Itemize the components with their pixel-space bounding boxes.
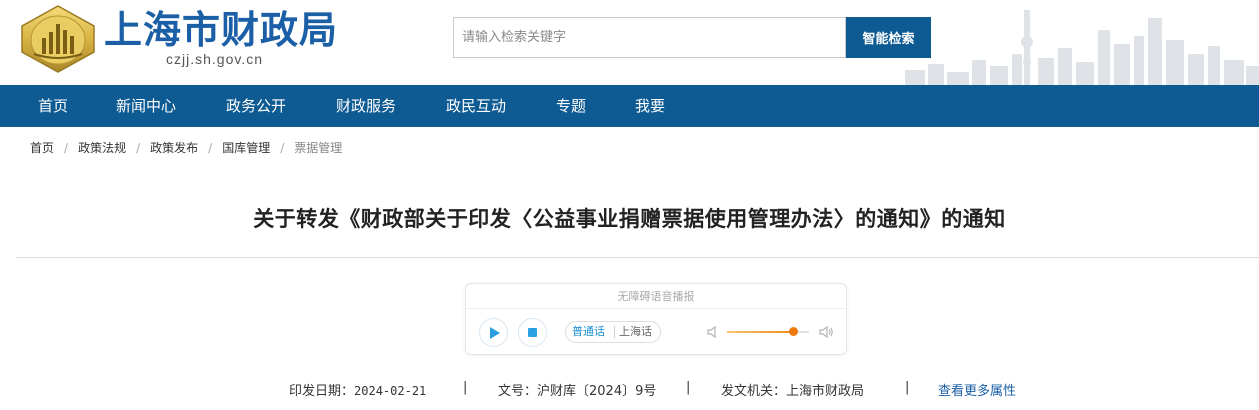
breadcrumb-home[interactable]: 首页	[30, 139, 54, 156]
volume-slider-fill	[727, 331, 793, 333]
title-divider	[16, 257, 1259, 258]
breadcrumb-separator: /	[64, 141, 69, 155]
volume-slider[interactable]	[727, 327, 809, 336]
lang-divider	[614, 326, 615, 338]
breadcrumb-separator: /	[280, 141, 285, 155]
nav-item-public-interaction[interactable]: 政民互动	[446, 85, 506, 127]
issue-date: 印发日期：2024-02-21	[289, 380, 426, 400]
issuing-authority: 发文机关：上海市财政局	[721, 380, 864, 400]
site-header: 上海市财政局 czjj.sh.gov.cn 智能检索	[0, 0, 1259, 85]
main-nav: 首页 新闻中心 政务公开 财政服务 政民互动 专题 我要	[0, 85, 1259, 127]
document-number-label: 文号：	[498, 384, 538, 399]
breadcrumb: 首页 / 政策法规 / 政策发布 / 国库管理 / 票据管理	[30, 139, 342, 157]
breadcrumb-current: 票据管理	[294, 141, 343, 155]
stop-button[interactable]	[518, 318, 547, 347]
stop-icon	[528, 328, 537, 337]
volume-low-icon[interactable]	[706, 325, 720, 339]
issuing-authority-label: 发文机关：	[721, 384, 787, 399]
play-button[interactable]	[479, 318, 508, 347]
issuing-authority-value: 上海市财政局	[786, 384, 865, 399]
language-toggle: 普通话 上海话	[565, 321, 661, 343]
document-number-value: 沪财库〔2024〕9号	[537, 384, 657, 399]
player-title: 无障碍语音播报	[466, 284, 846, 309]
breadcrumb-separator: /	[208, 141, 213, 155]
breadcrumb-treasury[interactable]: 国库管理	[222, 139, 270, 156]
play-icon	[490, 327, 500, 339]
nav-item-i-want[interactable]: 我要	[635, 85, 665, 127]
site-domain: czjj.sh.gov.cn	[166, 51, 263, 67]
site-title[interactable]: 上海市财政局	[104, 8, 338, 52]
nav-item-finance-services[interactable]: 财政服务	[336, 85, 396, 127]
meta-separator: |	[905, 380, 910, 395]
article-title: 关于转发《财政部关于印发〈公益事业捐赠票据使用管理办法〉的通知》的通知	[253, 207, 1006, 231]
search-box	[453, 17, 846, 58]
nav-item-government-affairs[interactable]: 政务公开	[226, 85, 286, 127]
issue-date-label: 印发日期：	[289, 384, 355, 399]
meta-separator: |	[686, 380, 691, 395]
more-attributes-link[interactable]: 查看更多属性	[938, 380, 1016, 400]
document-number: 文号：沪财库〔2024〕9号	[498, 380, 656, 400]
nav-item-news[interactable]: 新闻中心	[116, 85, 176, 127]
breadcrumb-policies[interactable]: 政策法规	[78, 139, 126, 156]
search-input[interactable]	[454, 18, 845, 57]
site-emblem-icon[interactable]	[18, 4, 98, 74]
volume-high-icon[interactable]	[818, 324, 834, 340]
meta-separator: |	[463, 380, 468, 395]
accessibility-audio-player: 无障碍语音播报 普通话 上海话	[465, 283, 847, 355]
city-skyline-graphic	[905, 10, 1259, 85]
nav-item-topics[interactable]: 专题	[556, 85, 586, 127]
volume-slider-handle[interactable]	[788, 327, 798, 336]
lang-mandarin-option[interactable]: 普通话	[572, 322, 605, 342]
nav-item-home[interactable]: 首页	[38, 85, 68, 127]
breadcrumb-separator: /	[136, 141, 141, 155]
issue-date-value: 2024-02-21	[354, 384, 427, 398]
lang-shanghainese-option[interactable]: 上海话	[619, 322, 652, 342]
breadcrumb-policy-release[interactable]: 政策发布	[150, 139, 198, 156]
